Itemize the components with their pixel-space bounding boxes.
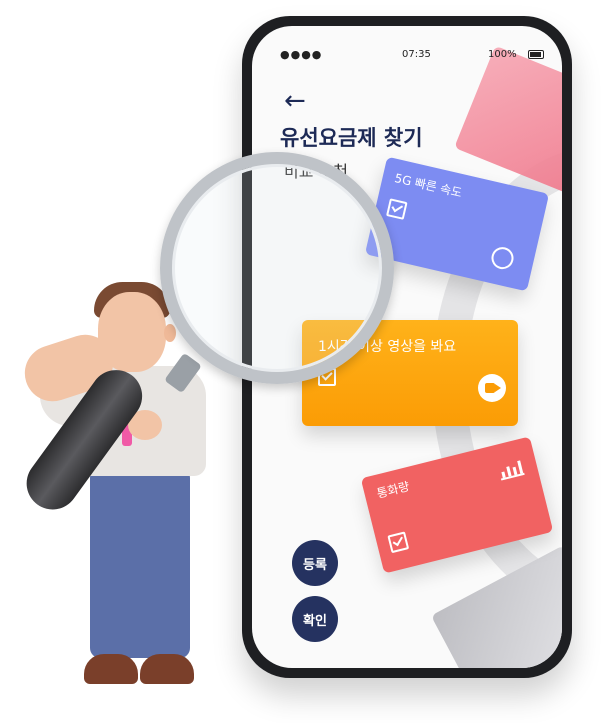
battery-percent: 100% — [488, 49, 517, 60]
card-label: 통화량 — [375, 479, 411, 501]
character-pants — [90, 468, 190, 658]
character-ear — [164, 324, 176, 342]
character-shoe-left — [84, 654, 138, 684]
battery-icon — [528, 50, 544, 59]
status-time: 07:35 — [402, 49, 431, 60]
character-head — [98, 292, 166, 372]
register-button[interactable]: 등록 — [292, 540, 338, 586]
signal-icon: ●●●● — [280, 48, 323, 61]
checkbox-icon[interactable] — [386, 198, 408, 220]
status-bar: ●●●● 07:35 100% — [252, 48, 562, 62]
confirm-button[interactable]: 확인 — [292, 596, 338, 642]
checkbox-icon[interactable] — [387, 531, 410, 554]
bar-chart-icon — [497, 457, 525, 481]
arrow-left-icon[interactable]: ← — [284, 88, 306, 114]
character-shoe-right — [140, 654, 194, 684]
card-label: 5G 빠른 속도 — [393, 171, 464, 201]
decorative-pink-card — [454, 45, 562, 197]
stopwatch-icon — [489, 244, 516, 272]
magnifier-lens-icon — [160, 152, 394, 384]
video-camera-icon — [478, 374, 506, 402]
page-title: 유선요금제 찾기 — [280, 126, 423, 150]
